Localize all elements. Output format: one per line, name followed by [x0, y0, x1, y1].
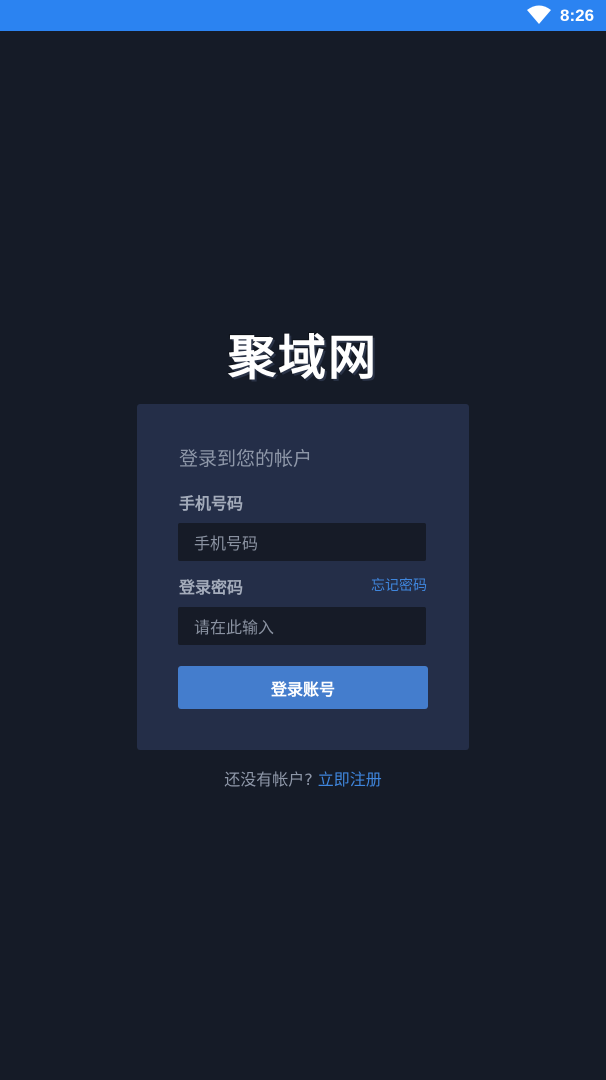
phone-input[interactable]: 手机号码 [178, 523, 426, 561]
login-card: 登录到您的帐户 手机号码 手机号码 登录密码 忘记密码 请在此输入 登录账号 [137, 404, 469, 750]
wifi-icon [527, 5, 551, 24]
app-logo: 聚域网 [227, 330, 378, 386]
login-card-title: 登录到您的帐户 [179, 448, 313, 470]
password-input[interactable]: 请在此输入 [178, 607, 426, 645]
phone-input-placeholder: 手机号码 [194, 534, 259, 553]
register-prompt: 还没有帐户? [224, 770, 313, 789]
password-input-placeholder: 请在此输入 [194, 618, 275, 637]
password-label: 登录密码 [179, 578, 244, 597]
login-button[interactable]: 登录账号 [178, 666, 428, 709]
register-link[interactable]: 立即注册 [318, 770, 382, 789]
status-bar: 8:26 [0, 0, 606, 31]
forgot-password-link[interactable]: 忘记密码 [371, 575, 427, 595]
register-line: 还没有帐户? 立即注册 [0, 766, 606, 790]
status-time: 8:26 [560, 6, 595, 25]
phone-label: 手机号码 [179, 494, 244, 513]
